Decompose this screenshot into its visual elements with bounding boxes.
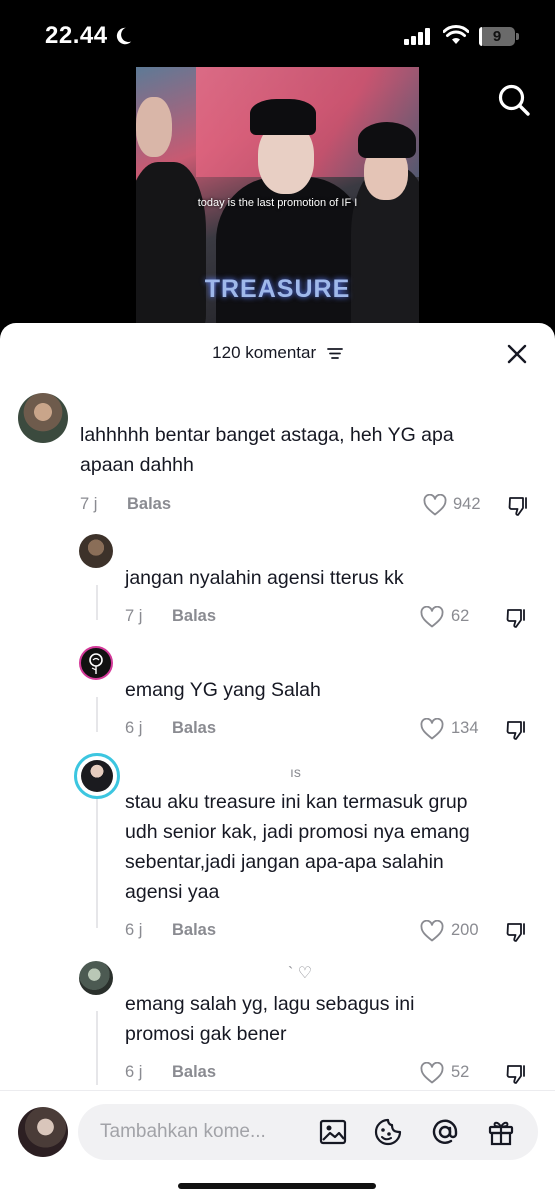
comment-line: apaan dahhh: [80, 454, 194, 476]
comment-input[interactable]: [100, 1118, 300, 1146]
reply-button[interactable]: Balas: [127, 495, 171, 514]
comment-text: emang salah yg, lagu sebagus ini promosi…: [125, 989, 414, 1049]
video-player[interactable]: today is the last promotion of IF I TREA…: [136, 67, 419, 325]
comment-time: 7 j: [80, 495, 98, 513]
comment-composer-bar: [0, 1090, 555, 1200]
comment-time: 7 j: [125, 607, 143, 625]
comment-line: stau aku treasure ini kan termasuk grup: [125, 791, 468, 813]
comment-time: 6 j: [125, 719, 143, 737]
like-count: 62: [451, 607, 470, 625]
comments-count-title: 120 komentar: [212, 343, 317, 362]
avatar[interactable]: [79, 961, 113, 995]
status-time: 22.44: [45, 22, 134, 50]
comment-line: agensi yaa: [125, 881, 220, 903]
comment-text: jangan nyalahin agensi tterus kk: [125, 563, 404, 593]
video-beanie: [358, 122, 416, 158]
avatar[interactable]: [74, 753, 120, 799]
avatar[interactable]: [79, 534, 113, 568]
like-count: 942: [453, 495, 481, 513]
heart-icon[interactable]: [420, 920, 444, 942]
thumbs-down-icon[interactable]: [505, 718, 529, 742]
like-count: 200: [451, 921, 479, 939]
search-icon[interactable]: [497, 83, 531, 117]
reply-button[interactable]: Balas: [172, 719, 216, 738]
filter-icon[interactable]: [326, 347, 343, 360]
close-icon[interactable]: [505, 342, 529, 366]
battery-tip: [516, 33, 519, 40]
comment-time: 6 j: [125, 921, 143, 939]
cellular-signal-icon: [404, 28, 430, 45]
video-cap: [250, 99, 316, 135]
home-indicator: [178, 1183, 376, 1189]
comments-sheet: 120 komentar lahhhhh bentar banget astag…: [0, 323, 555, 1200]
thumbs-down-icon[interactable]: [505, 1062, 529, 1086]
heart-icon[interactable]: [420, 1062, 444, 1084]
thumbs-down-icon[interactable]: [505, 920, 529, 944]
video-face-left: [136, 97, 172, 157]
like-count: 134: [451, 719, 479, 737]
thumbs-down-icon[interactable]: [507, 494, 531, 518]
status-bar: 22.44 9: [0, 0, 555, 70]
comment-text: lahhhhh bentar banget astaga, heh YG apa…: [80, 420, 454, 480]
reply-button[interactable]: Balas: [172, 607, 216, 626]
comments-header: 120 komentar: [0, 343, 555, 363]
avatar[interactable]: [79, 646, 113, 680]
video-brand-text: TREASURE: [204, 275, 351, 303]
reply-thread-line: [96, 1011, 98, 1085]
heart-icon[interactable]: [420, 718, 444, 740]
my-avatar[interactable]: [18, 1107, 68, 1157]
heart-icon[interactable]: [420, 606, 444, 628]
heart-icon[interactable]: [423, 494, 447, 516]
moon-icon: [116, 27, 131, 45]
reply-thread-line: [96, 585, 98, 620]
gift-icon[interactable]: [486, 1117, 516, 1147]
thumbs-down-icon[interactable]: [505, 606, 529, 630]
comment-line: udh senior kak, jadi promosi nya emang: [125, 821, 470, 843]
comment-line: promosi gak bener: [125, 1023, 287, 1045]
comment-line: sebentar,jadi jangan apa-apa salahin: [125, 851, 444, 873]
avatar-photo: [81, 760, 113, 792]
wifi-icon: [443, 25, 469, 44]
comment-text: stau aku treasure ini kan termasuk grup …: [125, 787, 470, 907]
comment-time: 6 j: [125, 1063, 143, 1081]
comment-input-pill[interactable]: [78, 1104, 538, 1160]
at-mention-icon[interactable]: [430, 1117, 460, 1147]
reply-thread-line: [96, 697, 98, 732]
comment-line: jangan nyalahin agensi tterus kk: [125, 567, 404, 589]
comment-username[interactable]: ıs: [290, 764, 301, 780]
avatar[interactable]: [18, 393, 68, 443]
emoji-icon[interactable]: [373, 1117, 403, 1147]
comment-line: emang salah yg, lagu sebagus ini: [125, 993, 415, 1015]
comment-username[interactable]: ` ♡: [288, 963, 312, 983]
comment-text: emang YG yang Salah: [125, 675, 321, 705]
like-count: 52: [451, 1063, 470, 1081]
rose-logo-icon: [89, 653, 103, 674]
battery-level-text: 9: [492, 28, 502, 45]
reply-thread-line: [96, 798, 98, 928]
status-time-text: 22.44: [45, 22, 108, 49]
reply-button[interactable]: Balas: [172, 1063, 216, 1082]
battery-indicator: 9: [479, 27, 519, 46]
comment-line: emang YG yang Salah: [125, 679, 321, 701]
comment-line: lahhhhh bentar banget astaga, heh YG apa: [80, 424, 454, 446]
image-icon[interactable]: [318, 1117, 348, 1147]
reply-button[interactable]: Balas: [172, 921, 216, 940]
video-caption: today is the last promotion of IF I: [197, 197, 358, 209]
